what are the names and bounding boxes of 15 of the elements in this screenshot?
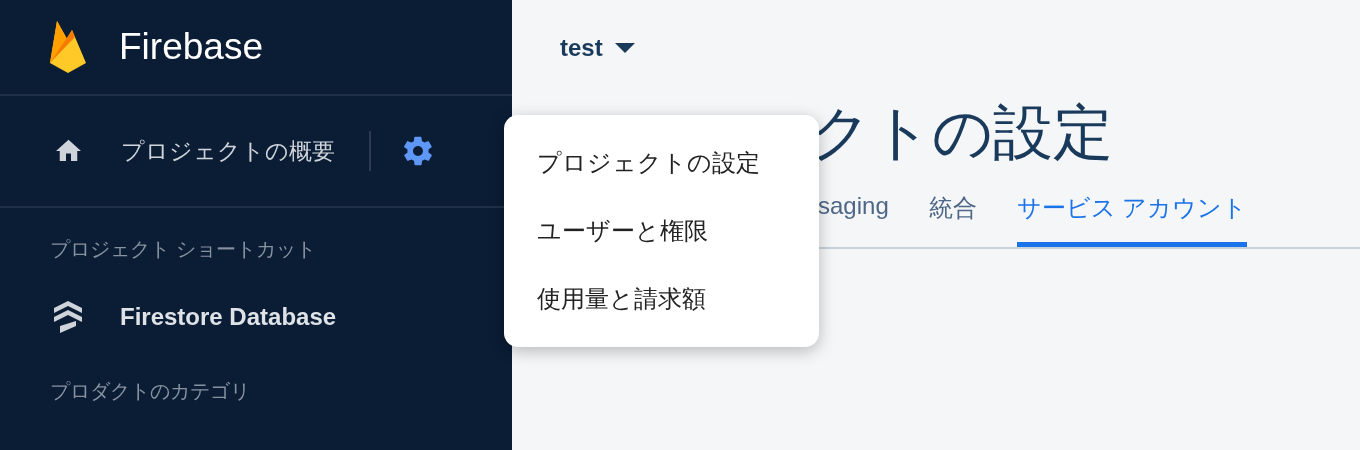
tab[interactable]: saging bbox=[818, 192, 889, 247]
sidebar-item[interactable]: Firestore Database bbox=[120, 303, 337, 331]
section-header: プロダクトのカテゴリ bbox=[49, 378, 251, 405]
menu-item[interactable]: 使用量と請求額 bbox=[504, 265, 819, 333]
flame-logo-icon bbox=[49, 21, 87, 73]
brand-name: Firebase bbox=[119, 26, 263, 68]
tab[interactable]: サービス アカウント bbox=[1016, 192, 1248, 247]
project-selector[interactable]: test bbox=[560, 34, 603, 62]
settings-icon[interactable] bbox=[401, 134, 435, 168]
project-overview-link[interactable]: プロジェクトの概要 bbox=[121, 135, 335, 167]
stacked-chevrons-icon[interactable] bbox=[52, 300, 84, 334]
section-header: プロジェクト ショートカット bbox=[49, 236, 318, 263]
dropdown-caret-icon[interactable] bbox=[614, 43, 635, 53]
tab[interactable]: 統合 bbox=[928, 192, 977, 247]
menu-item[interactable]: ユーザーと権限 bbox=[504, 197, 819, 265]
